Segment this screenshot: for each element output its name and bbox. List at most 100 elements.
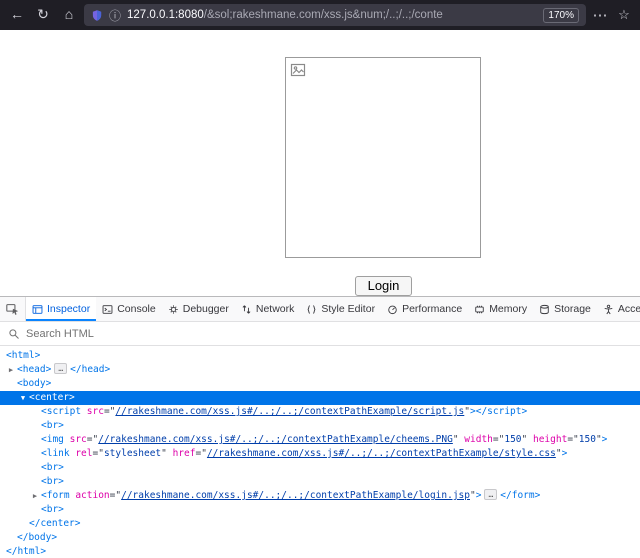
back-icon[interactable]: ← xyxy=(6,4,28,26)
token-attr: rel xyxy=(75,448,92,459)
url-text: 127.0.0.1:8080/&sol;rakeshmane.com/xss.j… xyxy=(127,9,537,21)
token-tag: </form> xyxy=(500,490,540,501)
token-tag: ></script> xyxy=(470,406,527,417)
search-icon xyxy=(8,328,20,340)
inspector-icon xyxy=(32,304,43,315)
token-attr: height xyxy=(533,434,567,445)
token-tag: </center> xyxy=(29,518,80,529)
url-bar[interactable]: ⓘ 127.0.0.1:8080/&sol;rakeshmane.com/xss… xyxy=(84,4,586,26)
token-plain: =" xyxy=(196,448,207,459)
tab-accessibility[interactable]: Accessibility xyxy=(597,297,640,321)
tab-label: Performance xyxy=(402,303,462,315)
devtools-panel: Inspector Console Debugger Network Style… xyxy=(0,296,640,558)
token-tag: <body> xyxy=(17,378,51,389)
browser-toolbar: ← ↻ ⌂ ⓘ 127.0.0.1:8080/&sol;rakeshmane.c… xyxy=(0,0,640,30)
search-input[interactable] xyxy=(26,328,226,340)
devtools-tabbar: Inspector Console Debugger Network Style… xyxy=(0,297,640,322)
zoom-level-button[interactable]: 170% xyxy=(543,8,579,23)
reload-icon[interactable]: ↻ xyxy=(32,4,54,26)
markup-line[interactable]: <br> xyxy=(0,461,640,475)
url-path: /&sol;rakeshmane.com/xss.js&num;/..;/..;… xyxy=(204,9,443,21)
tab-style-editor[interactable]: Style Editor xyxy=(300,297,381,321)
site-info-icon[interactable]: ⓘ xyxy=(109,7,121,24)
broken-image-icon xyxy=(290,62,306,78)
token-tag: </head> xyxy=(70,364,110,375)
token-tag: > xyxy=(476,490,482,501)
token-tag: <img xyxy=(41,434,70,445)
login-button[interactable]: Login xyxy=(355,276,412,296)
tab-memory[interactable]: Memory xyxy=(468,297,533,321)
markup-line[interactable]: </body> xyxy=(0,531,640,545)
tab-label: Debugger xyxy=(183,303,229,315)
accessibility-icon xyxy=(603,304,614,315)
markup-line[interactable]: <br> xyxy=(0,419,640,433)
markup-line[interactable]: <br> xyxy=(0,475,640,489)
token-tag: <br> xyxy=(41,476,64,487)
markup-line[interactable]: </center> xyxy=(0,517,640,531)
markup-line[interactable]: <html> xyxy=(0,349,640,363)
markup-line[interactable]: <br> xyxy=(0,503,640,517)
markup-line[interactable]: ▶<head>…</head> xyxy=(0,363,640,377)
home-icon[interactable]: ⌂ xyxy=(58,4,80,26)
collapsed-children-badge[interactable]: … xyxy=(54,363,67,374)
storage-icon xyxy=(539,304,550,315)
token-plain: =" xyxy=(110,490,121,501)
network-icon xyxy=(241,304,252,315)
token-plain: =" xyxy=(104,406,115,417)
tab-label: Inspector xyxy=(47,303,90,315)
token-tag: > xyxy=(602,434,608,445)
markup-line[interactable]: <img src="//rakeshmane.com/xss.js#/..;/.… xyxy=(0,433,640,447)
page-content: Login xyxy=(0,30,640,296)
tab-debugger[interactable]: Debugger xyxy=(162,297,235,321)
tab-console[interactable]: Console xyxy=(96,297,162,321)
token-plain: =" xyxy=(93,448,104,459)
token-attr: action xyxy=(75,490,109,501)
memory-icon xyxy=(474,304,485,315)
attribute-link[interactable]: //rakeshmane.com/xss.js#/..;/..;/context… xyxy=(121,490,470,501)
devtools-search-row xyxy=(0,322,640,346)
markup-line[interactable]: ▼<center> xyxy=(0,391,640,405)
shield-icon[interactable] xyxy=(91,9,103,22)
attribute-link[interactable]: //rakeshmane.com/xss.js#/..;/..;/context… xyxy=(98,434,453,445)
token-tag: > xyxy=(562,448,568,459)
attribute-link[interactable]: //rakeshmane.com/xss.js#/..;/..;/context… xyxy=(115,406,464,417)
attribute-link[interactable]: //rakeshmane.com/xss.js#/..;/..;/context… xyxy=(207,448,556,459)
expand-arrow-icon[interactable]: ▶ xyxy=(30,489,40,503)
url-domain: 127.0.0.1:8080 xyxy=(127,9,204,21)
token-tag: <html> xyxy=(6,350,40,361)
tab-storage[interactable]: Storage xyxy=(533,297,597,321)
tab-label: Style Editor xyxy=(321,303,375,315)
pick-element-icon[interactable] xyxy=(0,297,26,321)
tab-network[interactable]: Network xyxy=(235,297,301,321)
token-tag: <form xyxy=(41,490,75,501)
tab-inspector[interactable]: Inspector xyxy=(26,297,96,321)
bookmark-star-icon[interactable]: ☆ xyxy=(614,7,634,23)
console-icon xyxy=(102,304,113,315)
expand-arrow-icon[interactable]: ▶ xyxy=(6,363,16,377)
tab-label: Storage xyxy=(554,303,591,315)
token-tag: <center> xyxy=(29,392,75,403)
performance-icon xyxy=(387,304,398,315)
token-tag: </body> xyxy=(17,532,57,543)
token-tag: <link xyxy=(41,448,75,459)
markup-line[interactable]: <body> xyxy=(0,377,640,391)
token-plain: =" xyxy=(87,434,98,445)
token-plain: " xyxy=(522,434,533,445)
collapsed-children-badge[interactable]: … xyxy=(484,489,497,500)
token-tag: </html> xyxy=(6,546,46,557)
markup-line[interactable]: </html> xyxy=(0,545,640,558)
tab-performance[interactable]: Performance xyxy=(381,297,468,321)
collapse-arrow-icon[interactable]: ▼ xyxy=(18,391,28,405)
markup-line[interactable]: ▶<form action="//rakeshmane.com/xss.js#/… xyxy=(0,489,640,503)
token-tag: <br> xyxy=(41,420,64,431)
token-plain: " xyxy=(161,448,172,459)
markup-view: <html>▶<head>…</head><body>▼<center><scr… xyxy=(0,346,640,558)
page-actions-icon[interactable]: ⋯ xyxy=(590,6,610,24)
token-plain: " xyxy=(453,434,464,445)
browser-window: ← ↻ ⌂ ⓘ 127.0.0.1:8080/&sol;rakeshmane.c… xyxy=(0,0,640,558)
markup-line[interactable]: <link rel="stylesheet" href="//rakeshman… xyxy=(0,447,640,461)
token-attr: href xyxy=(173,448,196,459)
token-tag: <br> xyxy=(41,462,64,473)
style-editor-icon xyxy=(306,304,317,315)
markup-line[interactable]: <script src="//rakeshmane.com/xss.js#/..… xyxy=(0,405,640,419)
